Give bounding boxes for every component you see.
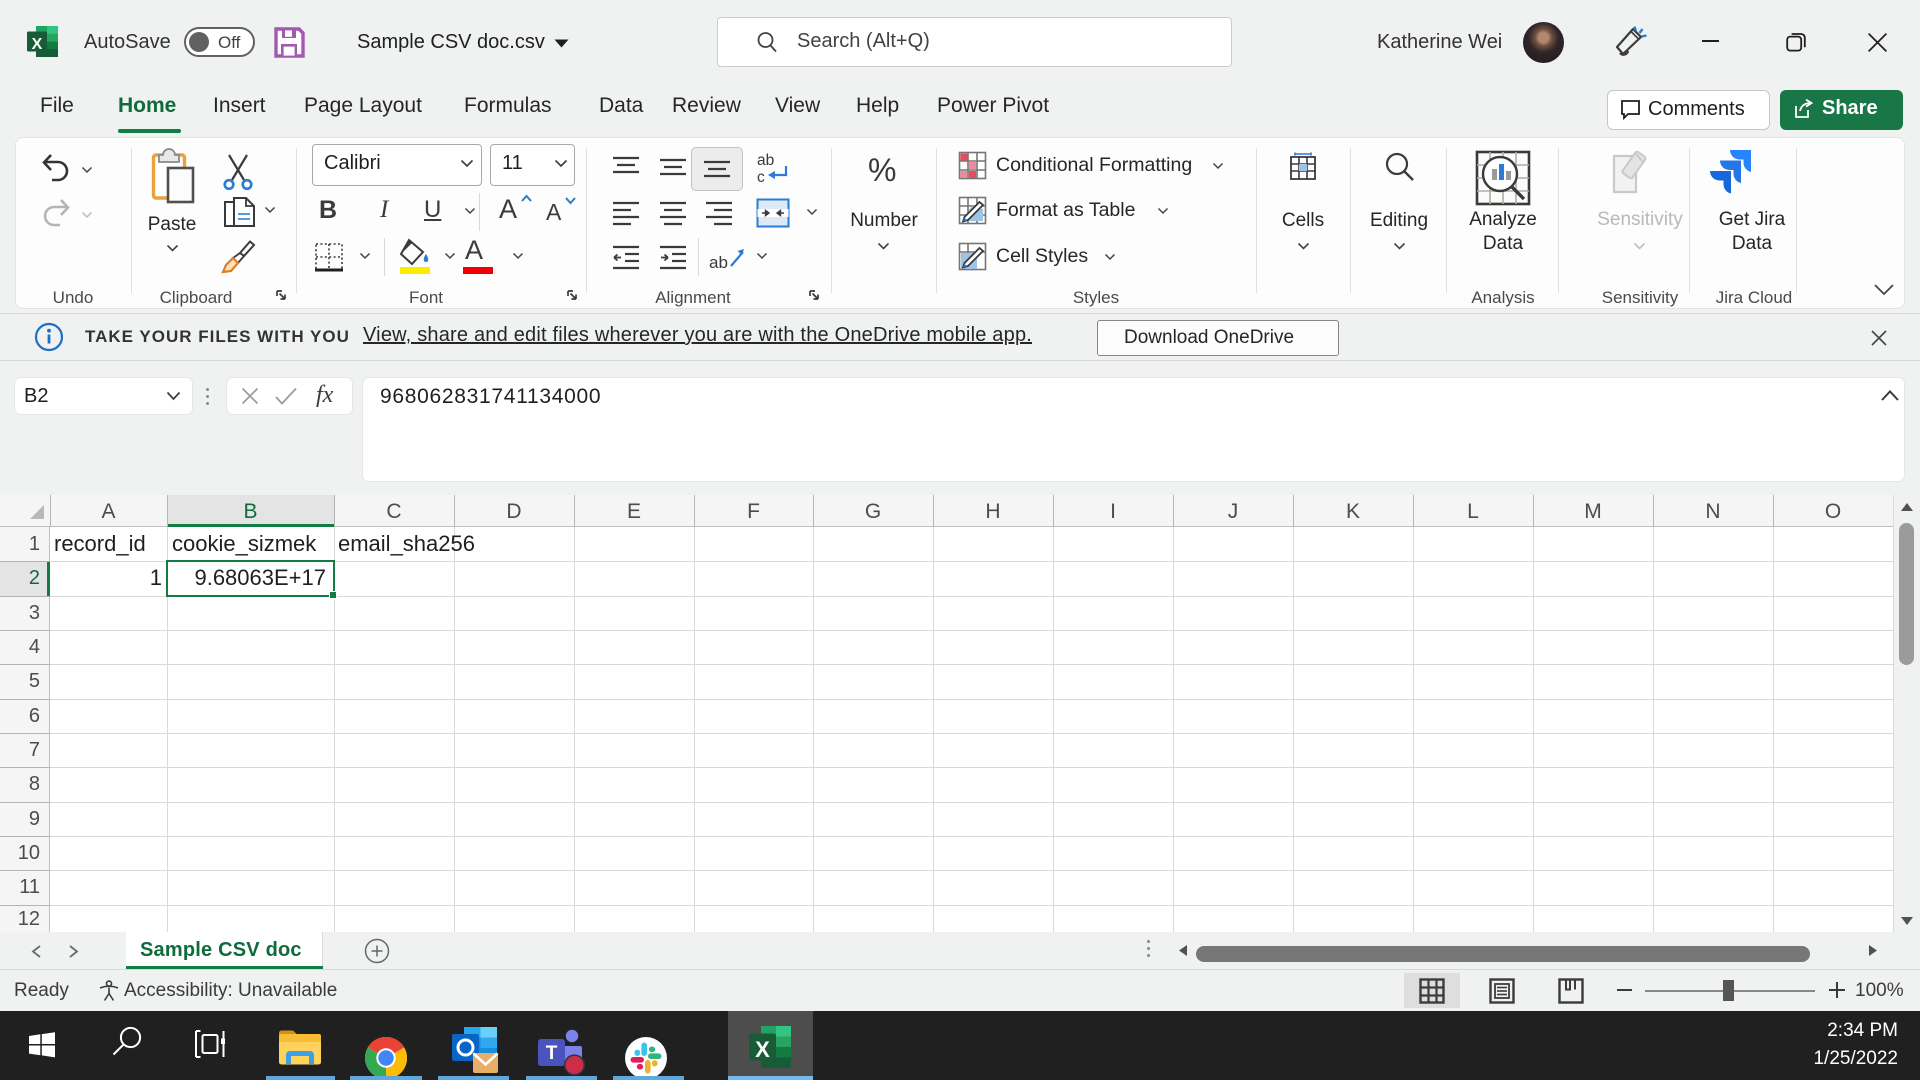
svg-text:T: T	[546, 1043, 558, 1064]
svg-text:ab: ab	[709, 253, 728, 272]
svg-text:X: X	[755, 1037, 770, 1062]
svg-text:ab: ab	[757, 152, 774, 169]
svg-text:c: c	[757, 169, 765, 186]
svg-text:X: X	[32, 36, 43, 53]
